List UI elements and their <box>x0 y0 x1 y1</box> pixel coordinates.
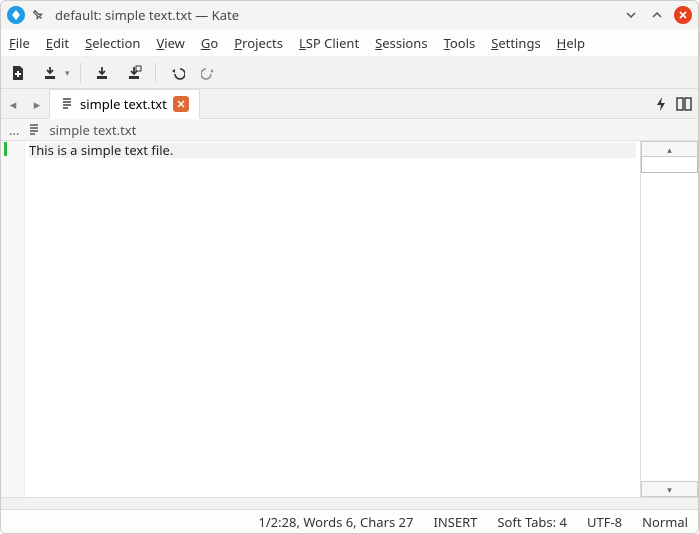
change-marker <box>4 142 7 156</box>
menu-help[interactable]: Help <box>557 34 585 52</box>
status-indent[interactable]: Soft Tabs: 4 <box>497 513 567 531</box>
menu-file[interactable]: File <box>9 34 30 52</box>
breadcrumb-overflow[interactable]: ... <box>9 121 19 139</box>
tab-scroll-right[interactable]: ▸ <box>25 89 49 118</box>
status-insert-mode[interactable]: INSERT <box>433 513 477 531</box>
quick-actions-icon[interactable] <box>654 96 668 112</box>
tab-active[interactable]: simple text.txt <box>49 89 200 119</box>
menu-edit[interactable]: Edit <box>46 34 69 52</box>
menu-selection[interactable]: Selection <box>85 34 140 52</box>
tab-scroll-left[interactable]: ◂ <box>1 89 25 118</box>
status-encoding[interactable]: UTF-8 <box>587 513 622 531</box>
toolbar-separator <box>80 63 81 83</box>
menu-tools[interactable]: Tools <box>444 34 476 52</box>
breadcrumb: ... simple text.txt <box>1 119 698 141</box>
toolbar-separator <box>155 63 156 83</box>
menu-projects[interactable]: Projects <box>234 34 283 52</box>
window: default: simple text.txt — Kate File Edi… <box>0 0 699 534</box>
menubar: File Edit Selection View Go Projects LSP… <box>1 29 698 57</box>
titlebar: default: simple text.txt — Kate <box>1 1 698 29</box>
tab-close-button[interactable] <box>173 96 189 112</box>
vertical-scrollbar[interactable]: ▴ ▾ <box>640 141 698 497</box>
tab-strip: ◂ ▸ simple text.txt <box>1 89 698 119</box>
text-editor[interactable]: This is a simple text file. <box>25 141 640 497</box>
scroll-down-icon[interactable]: ▾ <box>641 481 698 497</box>
split-view-icon[interactable] <box>676 97 692 111</box>
maximize-button[interactable] <box>648 6 666 24</box>
window-title: default: simple text.txt — Kate <box>55 6 614 24</box>
open-recent-dropdown[interactable]: ▾ <box>65 66 70 79</box>
toolbar: ▾ <box>1 57 698 89</box>
status-position[interactable]: 1/2:28, Words 6, Chars 27 <box>258 513 413 531</box>
close-button[interactable] <box>674 6 692 24</box>
pin-icon[interactable] <box>28 5 48 25</box>
minimap[interactable] <box>641 157 698 173</box>
scroll-up-icon[interactable]: ▴ <box>641 141 698 157</box>
menu-settings[interactable]: Settings <box>491 34 540 52</box>
open-file-button[interactable] <box>39 62 61 84</box>
redo-button[interactable] <box>198 62 220 84</box>
app-icon <box>7 6 25 24</box>
gutter[interactable] <box>1 141 25 497</box>
document-icon <box>60 97 74 111</box>
tab-label: simple text.txt <box>80 95 167 113</box>
menu-lsp-client[interactable]: LSP Client <box>299 34 359 52</box>
status-vi-mode[interactable]: Normal <box>642 513 688 531</box>
horizontal-scrollbar[interactable] <box>1 497 698 509</box>
save-as-button[interactable] <box>123 62 145 84</box>
save-button[interactable] <box>91 62 113 84</box>
menu-view[interactable]: View <box>156 34 184 52</box>
undo-button[interactable] <box>166 62 188 84</box>
document-icon <box>27 123 41 137</box>
menu-go[interactable]: Go <box>201 34 218 52</box>
breadcrumb-file[interactable]: simple text.txt <box>49 121 136 139</box>
editor-line: This is a simple text file. <box>29 142 636 158</box>
statusbar: 1/2:28, Words 6, Chars 27 INSERT Soft Ta… <box>1 509 698 533</box>
minimize-button[interactable] <box>622 6 640 24</box>
editor-area: This is a simple text file. ▴ ▾ <box>1 141 698 497</box>
new-file-button[interactable] <box>7 62 29 84</box>
menu-sessions[interactable]: Sessions <box>375 34 427 52</box>
